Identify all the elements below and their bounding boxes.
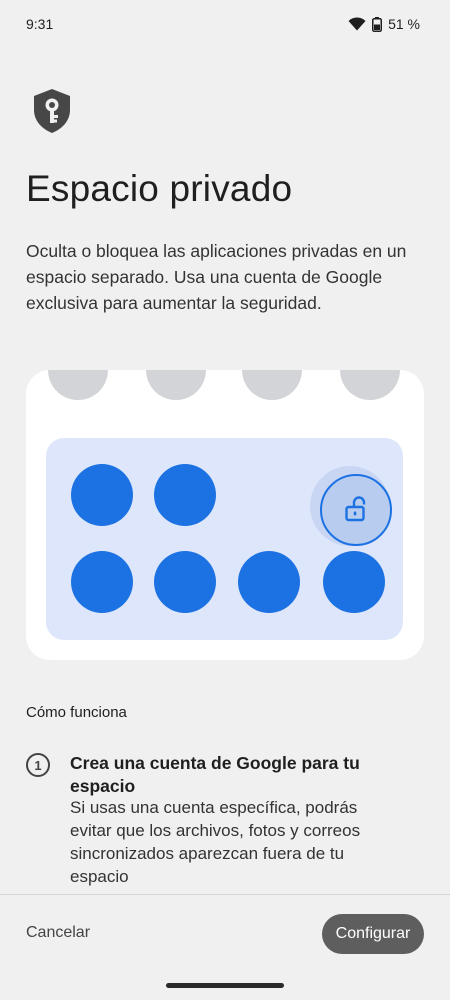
step-title: Crea una cuenta de Google para tu espaci… (70, 753, 360, 796)
shield-key-icon (34, 89, 70, 133)
status-icons: 51 % (348, 16, 420, 32)
status-time: 9:31 (26, 16, 54, 32)
private-app (154, 464, 216, 526)
private-app (154, 551, 216, 613)
unlock-button (320, 474, 392, 546)
battery-percent: 51 % (388, 16, 420, 32)
app-placeholder (146, 370, 206, 400)
step-number-badge: 1 (26, 753, 50, 777)
unlock-icon (345, 496, 366, 522)
app-placeholder (340, 370, 400, 400)
battery-icon (372, 16, 383, 32)
step-description: Si usas una cuenta específica, podrás ev… (70, 798, 361, 886)
cancel-button[interactable]: Cancelar (26, 924, 90, 942)
navigation-handle[interactable] (166, 983, 284, 988)
page-description: Oculta o bloquea las aplicaciones privad… (26, 241, 407, 313)
page-title: Espacio privado (26, 168, 293, 209)
app-placeholder (242, 370, 302, 400)
status-bar: 9:31 51 % (0, 0, 450, 48)
configure-button[interactable]: Configurar (322, 914, 424, 954)
app-placeholder (48, 370, 108, 400)
private-app (238, 551, 300, 613)
private-space-illustration (26, 370, 424, 660)
wifi-icon (348, 17, 366, 31)
private-app (71, 551, 133, 613)
private-app (323, 551, 385, 613)
private-app (71, 464, 133, 526)
how-it-works-heading: Cómo funciona (26, 704, 127, 721)
private-apps-area (46, 438, 403, 640)
